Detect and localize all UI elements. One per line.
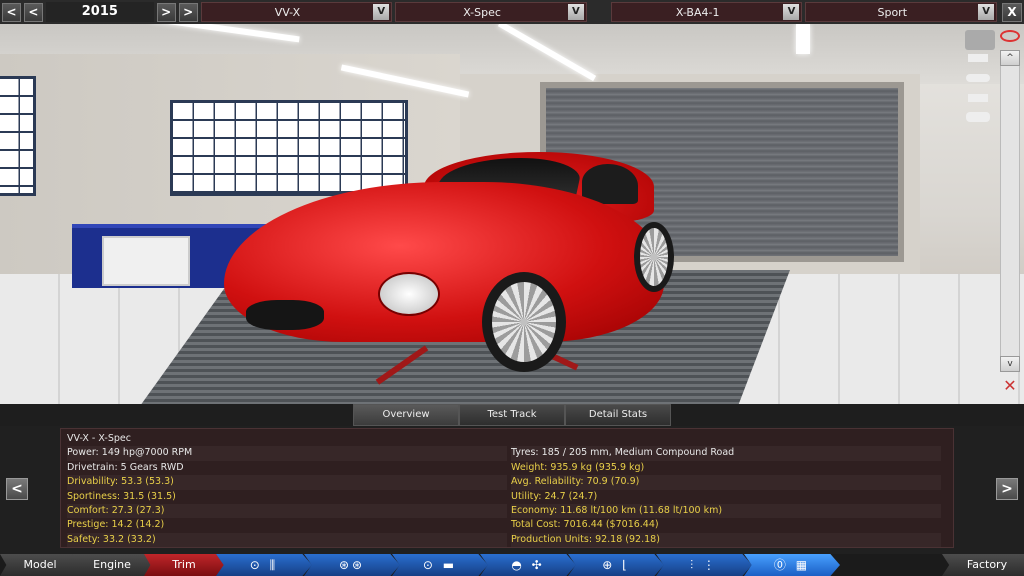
car-headlight (378, 272, 440, 316)
stat-row: VV-X - X-Spec (67, 433, 131, 444)
prev-panel-button[interactable]: < (6, 478, 28, 500)
camera-icon[interactable] (965, 30, 995, 50)
garage-viewport[interactable]: ^ v ✕ (0, 24, 1024, 404)
stat-row: Utility: 24.7 (24.7) (511, 490, 598, 502)
tab-overview[interactable]: Overview (353, 404, 459, 426)
bottom-nav: Model Engine Trim ⊙ ⫼ ⊛⊛ ⊙ ▬ ◓ ✣ ⊕ ⌊ ⫶ ⋮… (0, 554, 1024, 576)
tab-detail-stats[interactable]: Detail Stats (565, 404, 671, 426)
stat-row: Comfort: 27.3 (27.3) (67, 503, 507, 519)
stat-row (511, 432, 941, 446)
chevron-down-icon[interactable]: V (783, 4, 800, 20)
ceiling-light (796, 24, 810, 54)
style-select-value: Sport (877, 5, 908, 19)
view-front-icon[interactable] (968, 54, 988, 62)
stat-row: Weight: 935.9 kg (935.9 kg) (511, 461, 645, 473)
nav-interior-icon[interactable]: ⊕ ⌊ (568, 554, 664, 576)
nav-test-icon[interactable]: ⓪ ▦ (744, 554, 840, 576)
trim-select-value: X-Spec (463, 5, 501, 19)
car-wheel-rear (634, 222, 674, 292)
nav-gearbox-icon[interactable]: ⊙ ⫼ (216, 554, 312, 576)
chevron-down-icon[interactable]: V (978, 4, 995, 20)
view-angle-icon[interactable] (966, 112, 990, 122)
prev-year-button-2[interactable]: < (23, 2, 43, 22)
stats-panel: < VV-X - X-Spec Power: 149 hp@7000 RPM D… (0, 426, 1024, 554)
next-year-button-2[interactable]: > (178, 2, 198, 22)
eye-icon[interactable] (1000, 30, 1020, 42)
stat-row: Power: 149 hp@7000 RPM (67, 446, 507, 461)
chevron-down-icon[interactable]: V (567, 4, 584, 20)
trim-select[interactable]: X-Spec V (395, 2, 587, 22)
view-top-icon[interactable] (968, 94, 988, 102)
stats-left-column: VV-X - X-Spec Power: 149 hp@7000 RPM Dri… (67, 432, 507, 548)
cabinet-door (102, 236, 190, 286)
view-side-icon[interactable] (966, 74, 990, 82)
nav-trim[interactable]: Trim (144, 554, 224, 576)
stat-row: Sportiness: 31.5 (31.5) (67, 490, 176, 502)
stat-row: Safety: 33.2 (33.2) (67, 532, 507, 548)
car-rim (492, 282, 556, 362)
stat-row: Drivetrain: 5 Gears RWD (67, 461, 184, 473)
top-bar: < < 2015 > > VV-X V X-Spec V X-BA4-1 V S… (0, 0, 1024, 24)
close-button[interactable]: X (1002, 2, 1023, 22)
nav-suspension-icon[interactable]: ⫶ ⋮ (656, 554, 752, 576)
engine-select[interactable]: X-BA4-1 V (610, 2, 803, 22)
chevron-down-icon[interactable]: V (373, 4, 390, 20)
garage-window (0, 76, 36, 196)
nav-factory[interactable]: Factory (942, 554, 1024, 576)
scroll-down-button[interactable]: v (1000, 356, 1020, 372)
scroll-up-button[interactable]: ^ (1000, 50, 1020, 66)
year-display: 2015 (45, 2, 154, 22)
tab-test-track[interactable]: Test Track (459, 404, 565, 426)
stat-row: Economy: 11.68 lt/100 km (11.68 lt/100 k… (511, 503, 941, 519)
model-select[interactable]: VV-X V (200, 2, 393, 22)
nav-body-icon[interactable]: ◓ ✣ (480, 554, 576, 576)
car-model[interactable] (224, 152, 674, 372)
next-year-button[interactable]: > (156, 2, 176, 22)
reset-view-icon[interactable]: ✕ (1000, 376, 1020, 396)
stat-row: Total Cost: 7016.44 ($7016.44) (511, 519, 659, 531)
stat-row: Tyres: 185 / 205 mm, Medium Compound Roa… (511, 446, 941, 461)
nav-engine[interactable]: Engine (72, 554, 152, 576)
stats-right-column: Tyres: 185 / 205 mm, Medium Compound Roa… (511, 432, 941, 548)
nav-chassis-icon[interactable]: ⊙ ▬ (392, 554, 488, 576)
engine-select-value: X-BA4-1 (675, 5, 720, 19)
info-tabs: Overview Test Track Detail Stats (0, 404, 1024, 426)
model-select-value: VV-X (274, 5, 301, 19)
style-select[interactable]: Sport V (805, 2, 998, 22)
next-panel-button[interactable]: > (996, 478, 1018, 500)
stat-row: Prestige: 14.2 (14.2) (67, 519, 165, 531)
stat-row: Avg. Reliability: 70.9 (70.9) (511, 475, 941, 490)
zoom-scrollbar[interactable] (1000, 50, 1020, 372)
car-grille (246, 300, 324, 330)
nav-wheels-icon[interactable]: ⊛⊛ (304, 554, 400, 576)
car-rim (640, 228, 668, 286)
car-wheel-front (482, 272, 566, 372)
stats-box: VV-X - X-Spec Power: 149 hp@7000 RPM Dri… (60, 428, 954, 548)
nav-model[interactable]: Model (0, 554, 80, 576)
stat-row: Production Units: 92.18 (92.18) (511, 532, 941, 548)
prev-year-button[interactable]: < (2, 2, 21, 22)
stat-row: Drivability: 53.3 (53.3) (67, 475, 507, 490)
